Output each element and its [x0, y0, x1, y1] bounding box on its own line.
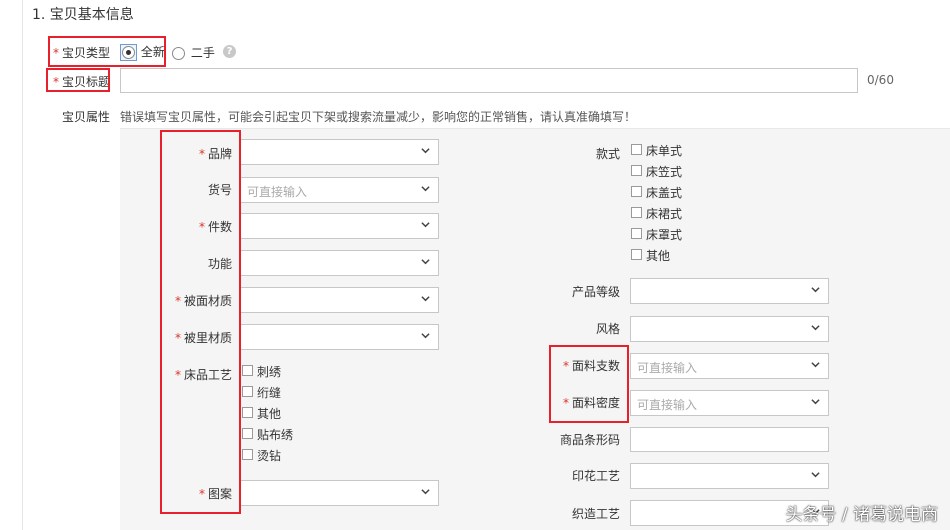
style-option[interactable]: 床笠式: [631, 163, 682, 180]
chevron-down-icon: [811, 325, 820, 331]
style-option[interactable]: 床单式: [631, 142, 682, 159]
craft-option-label: 贴布绣: [257, 428, 294, 442]
watermark: 头条号 / 诸葛说电商: [785, 505, 938, 525]
chevron-down-icon: [421, 489, 430, 495]
checkbox-icon: [242, 386, 253, 397]
style-label: 款式: [595, 147, 620, 161]
style-option-label: 床单式: [646, 144, 683, 158]
print-craft-select[interactable]: [630, 463, 829, 489]
chevron-down-icon: [811, 399, 820, 405]
lining-material-select[interactable]: [240, 324, 439, 350]
item-no-combobox[interactable]: 可直接输入: [240, 177, 439, 203]
chevron-down-icon: [811, 472, 820, 478]
checkbox-icon: [631, 165, 642, 176]
checkbox-icon: [631, 186, 642, 197]
weave-craft-label: 织造工艺: [571, 507, 620, 521]
checkbox-icon: [631, 249, 642, 260]
grade-label: 产品等级: [571, 285, 620, 299]
cover-material-select[interactable]: [240, 287, 439, 313]
chevron-down-icon: [421, 333, 430, 339]
checkbox-icon: [242, 365, 253, 376]
craft-option[interactable]: 烫钻: [242, 447, 281, 464]
style-option[interactable]: 床罩式: [631, 226, 682, 243]
function-select[interactable]: [240, 250, 439, 276]
barcode-input[interactable]: [630, 427, 829, 452]
style-option-label: 床盖式: [646, 186, 683, 200]
highlight-box-item-title: [46, 68, 110, 92]
craft-option[interactable]: 刺绣: [242, 363, 281, 380]
fabric-density-placeholder: 可直接输入: [637, 398, 698, 412]
craft-option[interactable]: 贴布绣: [242, 426, 293, 443]
checkbox-icon: [242, 407, 253, 418]
checkbox-icon: [242, 449, 253, 460]
attributes-label: 宝贝属性: [62, 110, 111, 124]
chevron-down-icon: [811, 362, 820, 368]
highlight-box-item-type: [48, 36, 166, 67]
look-select[interactable]: [630, 316, 829, 342]
checkbox-icon: [631, 207, 642, 218]
radio-used-label: 二手: [190, 46, 215, 60]
chevron-down-icon: [421, 259, 430, 265]
style-option-label: 床罩式: [646, 228, 683, 242]
style-option-label: 床裙式: [646, 207, 683, 221]
item-title-input[interactable]: [120, 68, 858, 93]
craft-option[interactable]: 绗缝: [242, 384, 281, 401]
left-guide-line: [22, 0, 23, 530]
grade-select[interactable]: [630, 278, 829, 304]
fabric-density-combobox[interactable]: 可直接输入: [630, 390, 829, 416]
pattern-select[interactable]: [240, 480, 439, 506]
fabric-count-placeholder: 可直接输入: [637, 361, 698, 375]
section-title: 1. 宝贝基本信息: [32, 7, 134, 23]
chevron-down-icon: [421, 186, 430, 192]
radio-used[interactable]: 二手: [172, 44, 215, 61]
checkbox-icon: [242, 428, 253, 439]
checkbox-icon: [631, 144, 642, 155]
question-circle-icon[interactable]: ?: [223, 45, 236, 58]
piece-count-select[interactable]: [240, 213, 439, 239]
highlight-box-right-fields: [549, 345, 629, 423]
chevron-down-icon: [421, 148, 430, 154]
craft-option-label: 其他: [257, 407, 282, 421]
look-label: 风格: [595, 322, 620, 336]
fabric-count-combobox[interactable]: 可直接输入: [630, 353, 829, 379]
style-option[interactable]: 其他: [631, 247, 670, 264]
attributes-notice: 错误填写宝贝属性，可能会引起宝贝下架或搜索流量减少，影响您的正常销售，请认真准确…: [120, 110, 637, 124]
title-char-counter: 0/60: [867, 73, 894, 87]
style-option-label: 其他: [646, 249, 671, 263]
craft-option-label: 绗缝: [257, 386, 282, 400]
chevron-down-icon: [421, 222, 430, 228]
craft-option-label: 刺绣: [257, 365, 282, 379]
style-option[interactable]: 床盖式: [631, 184, 682, 201]
item-no-placeholder: 可直接输入: [247, 185, 308, 199]
checkbox-icon: [631, 228, 642, 239]
style-option-label: 床笠式: [646, 165, 683, 179]
style-option[interactable]: 床裙式: [631, 205, 682, 222]
chevron-down-icon: [811, 287, 820, 293]
highlight-box-left-fields: [160, 130, 241, 514]
craft-option-label: 烫钻: [257, 449, 282, 463]
brand-select[interactable]: [240, 139, 439, 165]
craft-option[interactable]: 其他: [242, 405, 281, 422]
print-craft-label: 印花工艺: [571, 469, 620, 483]
chevron-down-icon: [421, 296, 430, 302]
radio-icon: [172, 47, 185, 60]
barcode-label: 商品条形码: [559, 433, 620, 447]
